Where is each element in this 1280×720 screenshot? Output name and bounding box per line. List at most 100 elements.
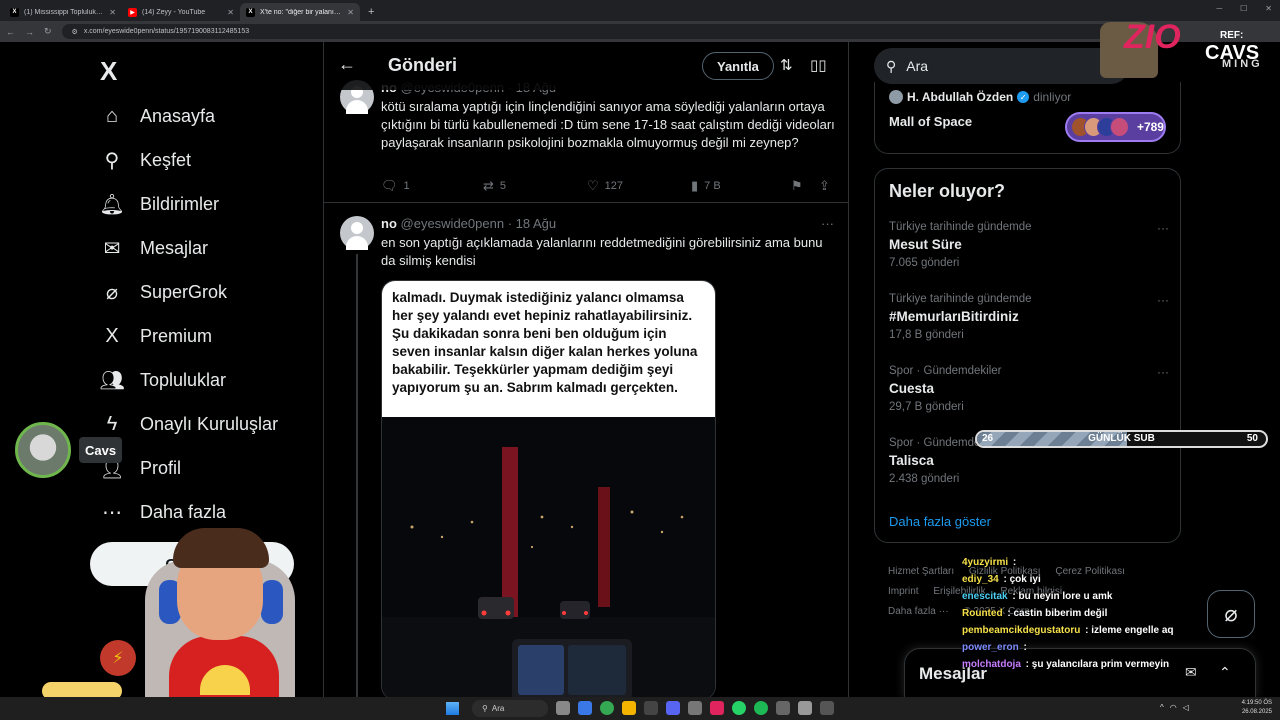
- sidebar-item-label: Bildirimler: [140, 193, 220, 214]
- post-author[interactable]: no @eyeswide0penn · 18 Ağu: [381, 216, 556, 231]
- sidebar-item-anasayfa[interactable]: ⌂ Anasayfa: [100, 100, 215, 132]
- footer-more-link[interactable]: Daha fazla ···: [888, 606, 949, 617]
- post-media[interactable]: kalmadı. Duymak istediğiniz yalancı olma…: [381, 280, 716, 697]
- chat-message: molchatdoja : şu yalancılara prim vermey…: [962, 659, 1170, 670]
- night-road-image: [382, 417, 715, 697]
- wifi-icon[interactable]: ◠: [1170, 703, 1177, 712]
- sidebar-item-mesajlar[interactable]: ✉ Mesajlar: [100, 232, 208, 264]
- search-icon: ⚲: [886, 57, 897, 74]
- sub-target: 50: [1246, 433, 1258, 444]
- share-icon: ⇪: [819, 178, 830, 193]
- forward-arrow-icon[interactable]: →: [25, 27, 34, 37]
- chat-username: molchatdoja: [962, 659, 1021, 670]
- views-action[interactable]: ▮ 7 B: [691, 178, 791, 194]
- taskbar-app-icon[interactable]: [820, 701, 834, 715]
- maximize-icon[interactable]: ☐: [1240, 4, 1247, 13]
- browser-tab[interactable]: ▶ (14) Zeyy - YouTube ✕: [122, 3, 240, 21]
- space-title: Mall of Space: [889, 114, 973, 129]
- footer-link[interactable]: Imprint: [888, 586, 919, 597]
- volume-icon[interactable]: ◁: [1183, 703, 1189, 712]
- search-placeholder: Ara: [906, 58, 929, 74]
- media-caption: kalmadı. Duymak istediğiniz yalancı olma…: [382, 281, 715, 417]
- heart-icon: ♡: [587, 178, 599, 193]
- sidebar-item-topluluklar[interactable]: 👥︎ Topluluklar: [99, 364, 227, 396]
- whatsapp-icon[interactable]: [732, 701, 746, 715]
- close-tab-icon[interactable]: ✕: [347, 8, 354, 17]
- url-field[interactable]: ⚙ x.com/eyeswide0penn/status/19571900831…: [61, 24, 1142, 39]
- close-tab-icon[interactable]: ✕: [109, 8, 116, 17]
- avatar[interactable]: [340, 216, 374, 250]
- main-column: ← Gönderi Yanıtla ⇅ ▯▯ no @eyeswide0penn…: [323, 42, 849, 697]
- trend-more-icon[interactable]: ···: [1157, 293, 1169, 307]
- browser-tab[interactable]: X (1) Mississippi Topluluk / X ✕: [4, 3, 122, 21]
- new-tab-button[interactable]: +: [360, 6, 382, 21]
- mail-icon: ✉: [103, 237, 121, 260]
- spotify-icon[interactable]: [754, 701, 768, 715]
- bookmark-action[interactable]: ⚑: [791, 178, 819, 194]
- live-space-card[interactable]: H. Abdullah Özden ✓ dinliyor Mall of Spa…: [874, 82, 1181, 154]
- sidebar-item-onaylı-kuruluşlar[interactable]: ϟ Onaylı Kuruluşlar: [100, 408, 278, 440]
- tab-title: (14) Zeyy - YouTube: [142, 8, 206, 16]
- taskbar-app-icon[interactable]: [622, 701, 636, 715]
- sidebar-item-premium[interactable]: X Premium: [100, 320, 212, 352]
- browser-tab-active[interactable]: X X'te no: "diğer bir yalanı da "a... ✕: [240, 3, 360, 21]
- streamer-tag: Cavs: [79, 437, 123, 463]
- chat-message: pembeamcikdegustatoru : izleme engelle a…: [962, 625, 1174, 636]
- site-info-icon[interactable]: ⚙: [72, 28, 78, 36]
- trend-more-icon[interactable]: ···: [1157, 365, 1169, 379]
- clock[interactable]: 4:19:50 ÖS 26.08.2025: [1242, 699, 1272, 717]
- sidebar-item-label: SuperGrok: [140, 281, 228, 302]
- reply-button[interactable]: Yanıtla: [702, 52, 774, 80]
- search-input[interactable]: ⚲ Ara: [874, 48, 1129, 84]
- trend-item[interactable]: Türkiye tarihinde gündemde #MemurlarıBit…: [889, 293, 1169, 341]
- taskbar-search[interactable]: ⚲ Ara: [472, 700, 548, 717]
- trend-item[interactable]: Spor · Gündemdekiler Cuesta 29,7 B gönde…: [889, 365, 1169, 413]
- taskbar-app-icon[interactable]: [776, 701, 790, 715]
- start-icon[interactable]: [446, 702, 459, 715]
- chat-username: ediy_34: [962, 574, 999, 585]
- taskbar-app-icon[interactable]: [798, 701, 812, 715]
- post-more-icon[interactable]: ···: [821, 216, 834, 231]
- views-icon: ▮: [691, 178, 699, 193]
- back-button[interactable]: ←: [338, 54, 356, 75]
- sidebar-item-supergrok[interactable]: ⌀ SuperGrok: [100, 276, 227, 308]
- chrome-icon[interactable]: [600, 701, 614, 715]
- trend-more-icon[interactable]: ···: [1157, 221, 1169, 235]
- share-action[interactable]: ⇪: [819, 178, 830, 194]
- sidebar-item-label: Topluluklar: [140, 369, 227, 390]
- taskbar-app-icon[interactable]: [688, 701, 702, 715]
- taskbar-app-icon[interactable]: [556, 701, 570, 715]
- url-text: x.com/eyeswide0penn/status/1957190083112…: [83, 28, 250, 35]
- filter-icon[interactable]: ⇅: [780, 56, 793, 74]
- trend-item[interactable]: Türkiye tarihinde gündemde Mesut Süre 7.…: [889, 221, 1169, 269]
- space-listeners[interactable]: +789: [1065, 112, 1166, 142]
- reload-icon[interactable]: ↻: [44, 26, 52, 37]
- listener-avatar: [1109, 117, 1129, 137]
- trends-panel: Neler oluyor? Türkiye tarihinde gündemde…: [874, 168, 1181, 543]
- like-action[interactable]: ♡ 127: [587, 178, 691, 194]
- back-arrow-icon[interactable]: ←: [6, 27, 15, 37]
- chat-username: power_eron: [962, 642, 1019, 653]
- discord-icon[interactable]: [666, 701, 680, 715]
- sidebar-item-keşfet[interactable]: ⚲ Keşfet: [100, 144, 191, 176]
- sidebar-item-bildirimler[interactable]: 🔔︎ Bildirimler: [99, 188, 220, 220]
- footer-link[interactable]: Hizmet Şartları: [888, 566, 954, 577]
- post-actions: 🗨︎ 1 ⇄ 5 ♡ 127 ▮ 7 B ⚑ ⇪: [381, 178, 836, 194]
- tab-title: (1) Mississippi Topluluk / X: [24, 8, 105, 16]
- close-tab-icon[interactable]: ✕: [227, 8, 234, 17]
- chevron-up-icon[interactable]: ^: [1160, 703, 1164, 712]
- minimize-icon[interactable]: ─: [1216, 4, 1222, 13]
- repost-action[interactable]: ⇄ 5: [483, 178, 587, 194]
- address-bar: ← → ↻ ⚙ x.com/eyeswide0penn/status/19571…: [0, 21, 1280, 42]
- taskbar-app-icon[interactable]: [710, 701, 724, 715]
- chat-message: power_eron :: [962, 642, 1027, 653]
- reply-action[interactable]: 🗨︎ 1: [381, 178, 483, 194]
- reader-icon[interactable]: ▯▯: [810, 56, 827, 74]
- x-logo[interactable]: X: [100, 56, 117, 87]
- taskbar-app-icon[interactable]: [644, 701, 658, 715]
- taskbar-app-icon[interactable]: [578, 701, 592, 715]
- stream-chat: 4yuzyirmi : ediy_34 : çok iyi enescitak :…: [962, 554, 1262, 673]
- show-more-link[interactable]: Daha fazla göster: [889, 514, 991, 529]
- sidebar-item-label: Onaylı Kuruluşlar: [140, 413, 279, 434]
- close-window-icon[interactable]: ✕: [1265, 4, 1272, 13]
